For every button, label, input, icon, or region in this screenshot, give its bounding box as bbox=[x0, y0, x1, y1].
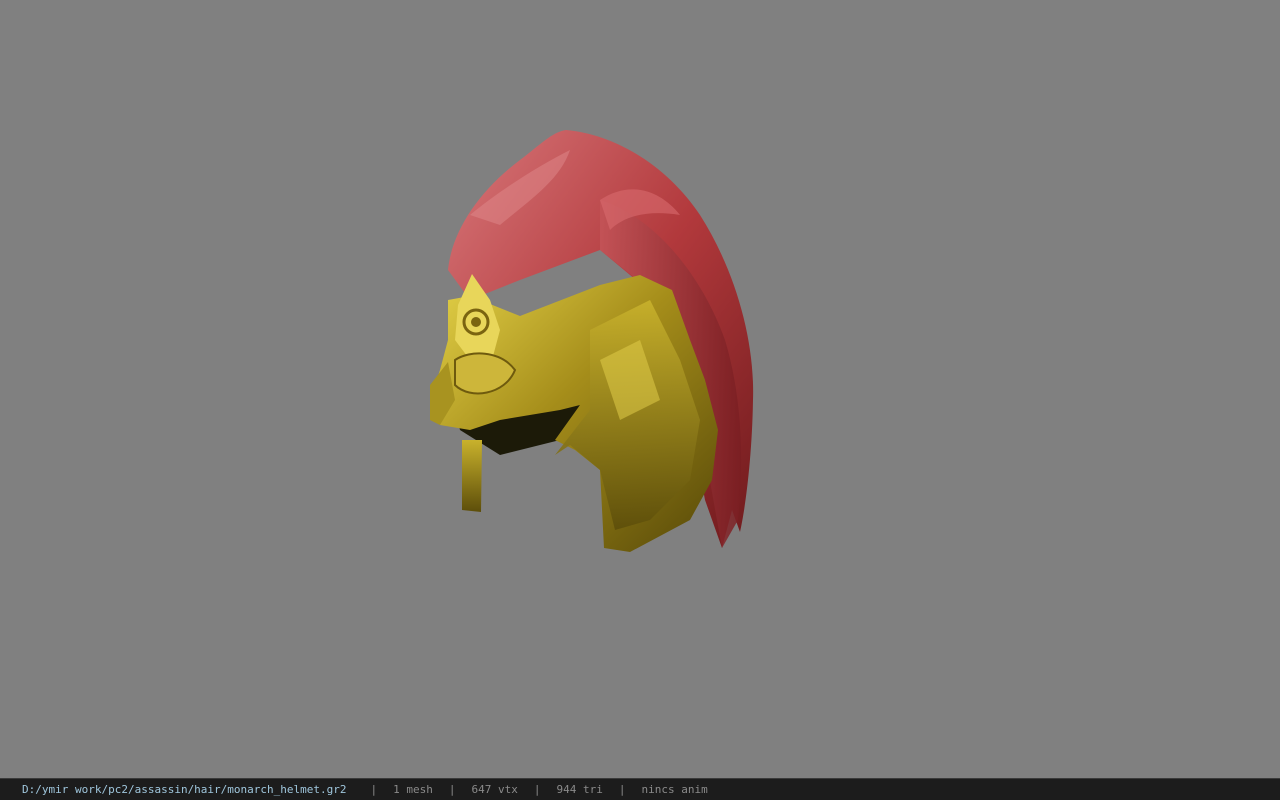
file-path-label: D:/ymir work/pc2/assassin/hair/monarch_h… bbox=[22, 783, 347, 796]
status-separator: | bbox=[533, 783, 541, 796]
helmet-model-render bbox=[430, 130, 754, 552]
status-bar: D:/ymir work/pc2/assassin/hair/monarch_h… bbox=[0, 778, 1280, 800]
status-separator: | bbox=[448, 783, 456, 796]
helmet-chin-strap bbox=[462, 440, 482, 512]
vertex-count-label: 647 vtx bbox=[471, 783, 518, 796]
animation-label: nincs anim bbox=[641, 783, 708, 796]
mesh-count-label: 1 mesh bbox=[393, 783, 433, 796]
status-separator: | bbox=[618, 783, 626, 796]
triangle-count-label: 944 tri bbox=[556, 783, 603, 796]
status-separator: | bbox=[370, 783, 378, 796]
model-viewport[interactable] bbox=[0, 0, 1280, 778]
